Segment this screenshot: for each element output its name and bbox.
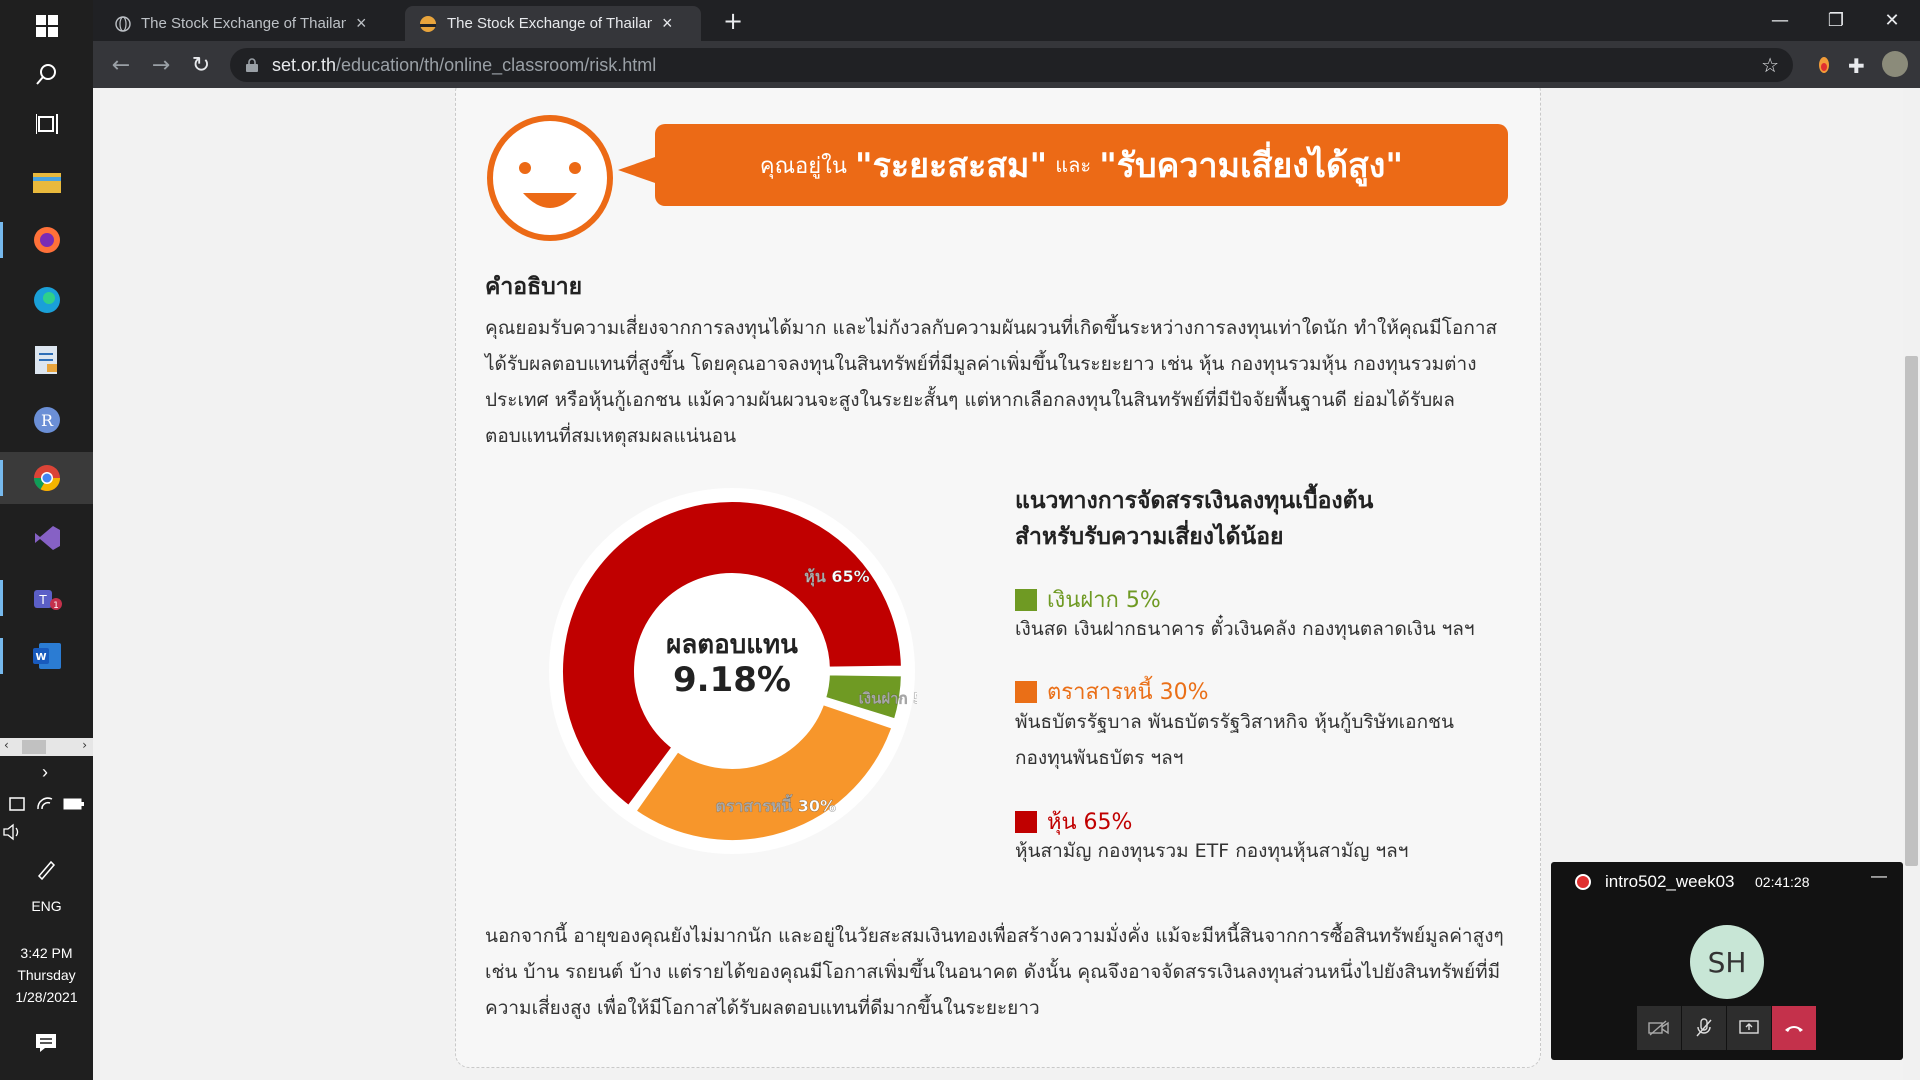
extensions-puzzle-icon[interactable]: ✚ <box>1848 54 1865 78</box>
additional-body: นอกจากนี้ อายุของคุณยังไม่มากนัก และอยู่… <box>485 925 1504 1019</box>
call-controls <box>1637 1006 1817 1050</box>
bookmark-star-icon[interactable]: ☆ <box>1761 53 1779 78</box>
tray-icons <box>4 792 90 816</box>
allocation-title-line-1: แนวทางการจัดสรรเงินลงทุนเบื้องต้น <box>1015 488 1374 514</box>
reload-icon[interactable]: ↻ <box>185 49 217 81</box>
explanation-title: คำอธิบาย <box>485 274 583 300</box>
banner-term-1: "ระยะสะสม" <box>854 146 1048 186</box>
volume-icon[interactable] <box>2 823 24 845</box>
svg-text:T: T <box>38 593 47 607</box>
clock-date[interactable]: 1/28/2021 <box>0 989 93 1005</box>
show-hidden-icons-chevron-icon[interactable]: › <box>30 762 60 783</box>
allocation-donut-chart: ผลตอบแทน 9.18% เงินฝาก 5% ตราสารหนี้ 30% ห… <box>549 488 917 854</box>
close-tab-icon[interactable]: × <box>356 13 367 34</box>
speech-bubble-tail <box>618 156 658 184</box>
svg-text:R: R <box>40 411 53 430</box>
tab-2[interactable]: The Stock Exchange of Thailand : × <box>405 6 701 41</box>
url-path: /education/th/online_classroom/risk.html <box>336 54 657 75</box>
tab-title: The Stock Exchange of Thailand : <box>447 15 652 32</box>
globe-icon <box>115 15 131 32</box>
recording-widget: intro502_week03 02:41:28 — SH <box>1551 862 1903 1060</box>
taskbar: R T1 W ‹ › › ENG 3:42 PM Thursday 1/28/2… <box>0 0 93 1080</box>
tab-title: The Stock Exchange of Thailand : <box>141 15 346 32</box>
chrome-icon[interactable] <box>0 452 93 504</box>
restore-icon[interactable]: ❐ <box>1808 0 1864 41</box>
legend-desc-stock: หุ้นสามัญ กองทุนรวม ETF กองทุนหุ้นสามัญ … <box>1015 840 1409 862</box>
tab-1[interactable]: The Stock Exchange of Thailand : × <box>101 6 396 41</box>
banner-prefix: คุณอยู่ใน <box>759 153 847 179</box>
notepad-icon[interactable] <box>0 334 93 386</box>
donut-center-label: ผลตอบแทน <box>666 630 798 660</box>
task-view-icon[interactable] <box>0 98 93 150</box>
minimize-widget-icon[interactable]: — <box>1871 868 1887 886</box>
input-language[interactable]: ENG <box>0 898 93 914</box>
legend-swatch <box>1015 588 1037 611</box>
donut-center-value: 9.18% <box>673 660 791 700</box>
profile-banner: คุณอยู่ใน "ระยะสะสม" และ "รับความเสี่ยงไ… <box>655 124 1508 206</box>
clock-time[interactable]: 3:42 PM <box>0 945 93 961</box>
close-window-icon[interactable]: ✕ <box>1864 0 1920 41</box>
browser-tabstrip: The Stock Exchange of Thailand : × The S… <box>93 0 1920 41</box>
back-arrow-icon[interactable]: ← <box>105 49 137 81</box>
pen-icon[interactable] <box>35 858 57 884</box>
wifi-icon[interactable] <box>36 795 54 813</box>
close-tab-icon[interactable]: × <box>662 13 673 34</box>
legend-desc-deposit: เงินสด เงินฝากธนาคาร ตั๋วเงินคลัง กองทุน… <box>1015 618 1475 640</box>
end-call-icon[interactable] <box>1772 1006 1816 1050</box>
explanation-body: คุณยอมรับความเสี่ยงจากการลงทุนได้มาก และ… <box>485 317 1498 447</box>
minimize-icon[interactable]: — <box>1752 0 1808 41</box>
banner-and: และ <box>1055 153 1092 177</box>
smiley-face-icon <box>487 115 613 241</box>
battery-icon[interactable] <box>63 797 85 811</box>
url-host: set.or.th <box>272 54 337 75</box>
edge-icon[interactable] <box>0 274 93 326</box>
allocation-title-line-2: สำหรับรับความเสี่ยงได้น้อย <box>1015 524 1284 550</box>
taskbar-scrollbar[interactable]: ‹ › <box>0 738 93 756</box>
windows-start-icon[interactable] <box>0 0 93 52</box>
page-scrollbar-thumb[interactable] <box>1905 356 1918 866</box>
firefox-icon[interactable] <box>0 214 93 266</box>
allocation-title: แนวทางการจัดสรรเงินลงทุนเบื้องต้น สำหรับ… <box>1015 483 1435 555</box>
profile-avatar[interactable] <box>1882 51 1908 77</box>
legend-swatch <box>1015 810 1037 833</box>
file-explorer-icon[interactable] <box>0 156 93 208</box>
mic-off-icon[interactable] <box>1682 1006 1726 1050</box>
new-tab-plus-icon[interactable]: + <box>718 6 748 36</box>
r-app-icon[interactable]: R <box>0 394 93 446</box>
donut-slice-label-2: หุ้น 65% <box>804 567 869 587</box>
visual-studio-icon[interactable] <box>0 512 93 564</box>
notification-center-icon[interactable] <box>35 1033 57 1057</box>
camera-off-icon[interactable] <box>1637 1006 1681 1050</box>
teams-icon[interactable]: T1 <box>0 572 93 624</box>
meet-now-icon[interactable] <box>8 795 27 813</box>
search-icon[interactable] <box>0 48 93 100</box>
address-bar[interactable]: set.or.th/education/th/online_classroom/… <box>230 48 1793 82</box>
lock-icon[interactable] <box>246 58 258 72</box>
recording-name: intro502_week03 <box>1605 872 1735 891</box>
forward-arrow-icon[interactable]: → <box>145 49 177 81</box>
legend-desc-bond: พันธบัตรรัฐบาล พันธบัตรรัฐวิสาหกิจ หุ้นก… <box>1015 711 1454 769</box>
set-logo-icon <box>420 15 436 32</box>
share-screen-icon[interactable] <box>1727 1006 1771 1050</box>
word-icon[interactable]: W <box>0 630 93 682</box>
donut-slice-label-1: ตราสารหนี้ 30% <box>715 794 836 816</box>
participant-avatar: SH <box>1690 925 1764 999</box>
svg-text:1: 1 <box>53 601 59 611</box>
svg-text:W: W <box>35 652 46 663</box>
banner-term-2: "รับความเสี่ยงได้สูง" <box>1099 146 1404 186</box>
recording-dot-icon <box>1575 874 1591 890</box>
recording-time: 02:41:28 <box>1755 874 1810 890</box>
window-controls: — ❐ ✕ <box>1752 0 1920 41</box>
extension-icon[interactable] <box>1818 56 1830 78</box>
donut-slice-label-0: เงินฝาก 5% <box>859 689 917 707</box>
browser-toolbar: ← → ↻ set.or.th/education/th/online_clas… <box>93 41 1920 88</box>
clock-day[interactable]: Thursday <box>0 967 93 983</box>
legend-swatch <box>1015 680 1037 703</box>
